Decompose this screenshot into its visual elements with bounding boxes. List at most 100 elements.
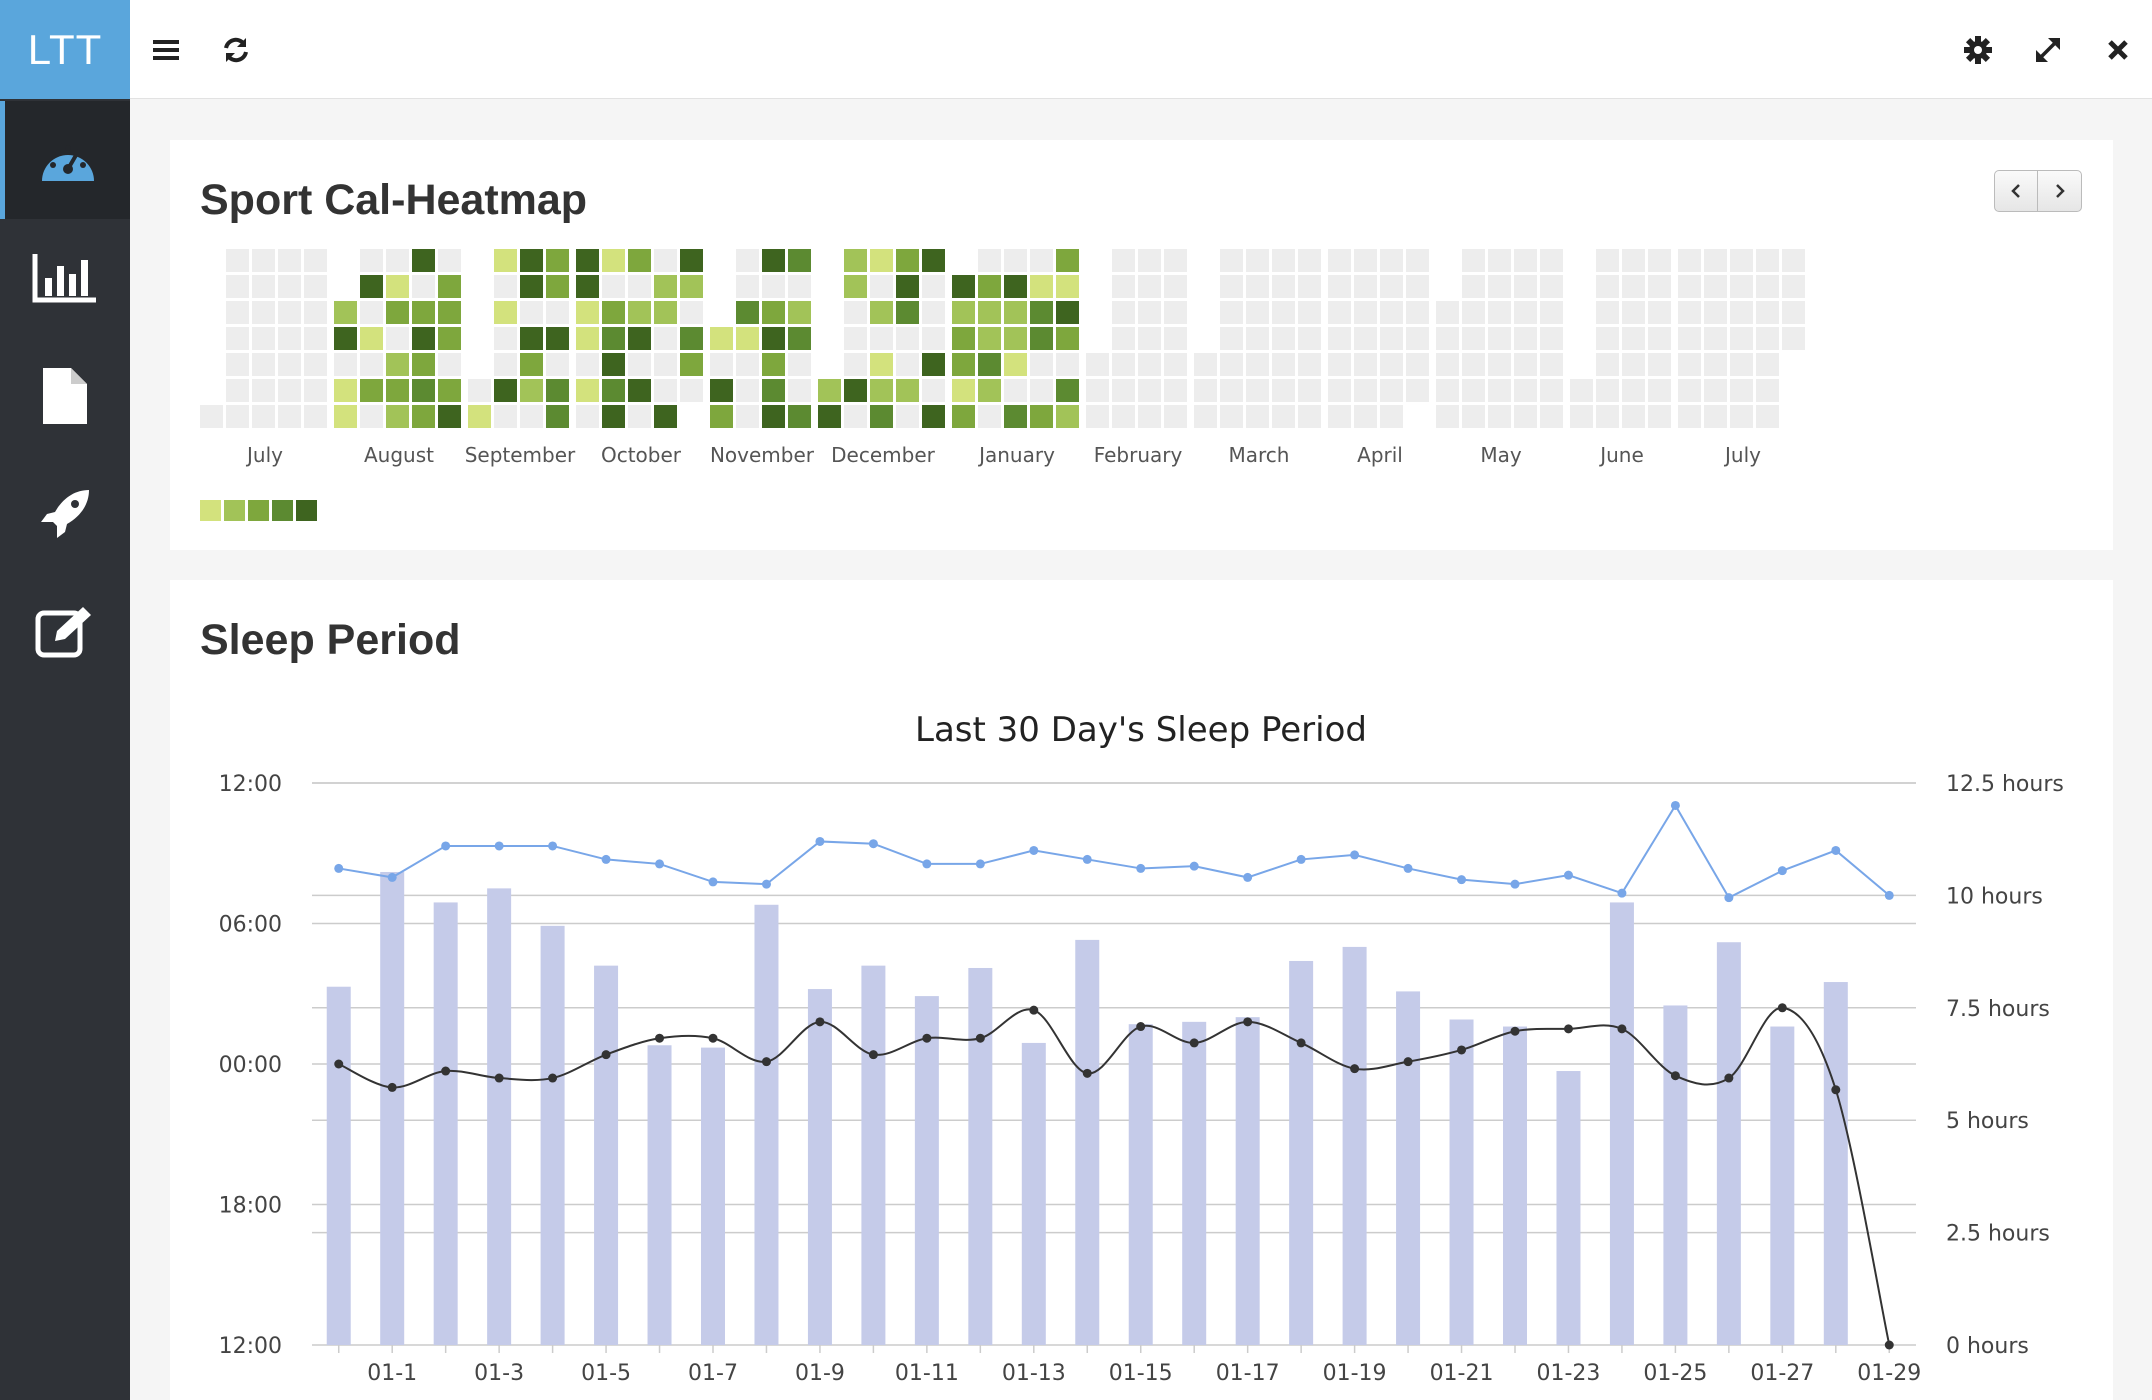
heatmap-day-cell	[576, 275, 599, 298]
heatmap-day-cell	[844, 379, 867, 402]
heatmap-day-cell	[1462, 379, 1485, 402]
sleep-line-point	[815, 1017, 825, 1027]
heatmap-day-cell	[1782, 275, 1805, 298]
heatmap-day-cell	[360, 327, 383, 350]
heatmap-day-cell	[1622, 405, 1645, 428]
heatmap-day-cell	[546, 249, 569, 272]
heatmap-day-cell	[1648, 405, 1671, 428]
heatmap-day-cell	[628, 405, 651, 428]
heatmap-day-cell	[1678, 249, 1701, 272]
sleep-line-point	[975, 1033, 985, 1043]
heatmap-day-cell	[334, 353, 357, 376]
heatmap-day-cell	[226, 405, 249, 428]
heatmap-day-cell	[1622, 353, 1645, 376]
heatmap-day-cell	[468, 379, 491, 402]
menu-toggle-button[interactable]	[144, 28, 188, 72]
heatmap-day-cell	[844, 353, 867, 376]
heatmap-day-cell	[438, 275, 461, 298]
heatmap-day-cell	[252, 327, 275, 350]
sleep-line-point	[1403, 863, 1413, 873]
heatmap-day-cell	[1164, 353, 1187, 376]
heatmap-day-cell	[1678, 301, 1701, 324]
heatmap-day-cell	[1030, 379, 1053, 402]
heatmap-day-cell	[1514, 327, 1537, 350]
heatmap-day-cell	[654, 327, 677, 350]
heatmap-day-cell	[1220, 353, 1243, 376]
sleep-line-point	[1777, 866, 1787, 876]
heatmap-day-cell	[1004, 327, 1027, 350]
heatmap-day-cell	[736, 301, 759, 324]
heatmap-day-cell	[1112, 301, 1135, 324]
heatmap-day-cell	[1004, 301, 1027, 324]
heatmap-day-cell	[870, 405, 893, 428]
heatmap-day-cell	[412, 353, 435, 376]
sleep-line-point	[1831, 845, 1841, 855]
heatmap-day-cell	[1488, 275, 1511, 298]
heatmap-day-cell	[304, 353, 327, 376]
heatmap-day-cell	[386, 327, 409, 350]
heatmap-day-cell	[1194, 353, 1217, 376]
heatmap-day-cell	[654, 405, 677, 428]
sleep-panel: Sleep Period Last 30 Day's Sleep Period …	[170, 580, 2113, 1400]
heatmap-day-cell	[1514, 379, 1537, 402]
sidebar-item-dashboard[interactable]	[0, 101, 130, 219]
heatmap-day-cell	[278, 353, 301, 376]
calendar-heatmap[interactable]: July August September October November Decemb…	[170, 140, 2113, 550]
sleep-line-point	[387, 872, 397, 882]
heatmap-day-cell	[1004, 405, 1027, 428]
heatmap-day-cell	[438, 327, 461, 350]
heatmap-day-cell	[1328, 379, 1351, 402]
sleep-bar	[433, 902, 458, 1345]
heatmap-day-cell	[978, 249, 1001, 272]
sleep-period-chart: Last 30 Day's Sleep Period 12:00 18:00 00:…	[219, 710, 2064, 1386]
sidebar-item-launch[interactable]	[0, 455, 130, 573]
heatmap-day-cell	[896, 379, 919, 402]
sleep-line-point	[1510, 1026, 1520, 1036]
heatmap-day-cell	[1678, 353, 1701, 376]
heatmap-day-cell	[952, 275, 975, 298]
heatmap-day-cell	[438, 301, 461, 324]
y-left-tick-label: 12:00	[219, 772, 282, 797]
heatmap-day-cell	[1756, 301, 1779, 324]
x-tick-label: 01-5	[581, 1361, 631, 1386]
heatmap-day-cell	[952, 353, 975, 376]
y-right-tick-label: 12.5 hours	[1946, 772, 2064, 797]
refresh-button[interactable]	[214, 28, 258, 72]
heatmap-day-cell	[1112, 327, 1135, 350]
heatmap-day-cell	[1756, 353, 1779, 376]
heatmap-day-cell	[252, 379, 275, 402]
heatmap-day-cell	[1164, 301, 1187, 324]
heatmap-legend-swatch	[272, 500, 293, 521]
heatmap-legend-swatch	[296, 500, 317, 521]
heatmap-day-cell	[438, 249, 461, 272]
heatmap-day-cell	[1004, 353, 1027, 376]
heatmap-day-cell	[1030, 327, 1053, 350]
heatmap-day-cell	[226, 301, 249, 324]
y-left-tick-label: 18:00	[219, 1194, 282, 1219]
sidebar-item-statistics[interactable]	[0, 219, 130, 337]
heatmap-day-cell	[1004, 379, 1027, 402]
heatmap-day-cell	[1030, 353, 1053, 376]
sidebar-item-edit[interactable]	[0, 573, 130, 691]
heatmap-day-cell	[1246, 405, 1269, 428]
settings-button[interactable]	[1956, 28, 2000, 72]
heatmap-day-cell	[1596, 249, 1619, 272]
heatmap-day-cell	[1112, 405, 1135, 428]
sleep-line-point	[1189, 861, 1199, 871]
heatmap-day-cell	[576, 249, 599, 272]
fullscreen-button[interactable]	[2026, 28, 2070, 72]
app-logo[interactable]: LTT	[0, 0, 130, 99]
sidebar-item-documents[interactable]	[0, 337, 130, 455]
sleep-line-point	[441, 841, 451, 851]
heatmap-day-cell	[226, 327, 249, 350]
heatmap-day-cell	[978, 353, 1001, 376]
heatmap-month-6	[952, 249, 1079, 428]
sleep-bar	[594, 965, 619, 1345]
heatmap-legend-swatch	[224, 500, 245, 521]
heatmap-day-cell	[576, 301, 599, 324]
close-button[interactable]	[2096, 28, 2140, 72]
heatmap-day-cell	[952, 379, 975, 402]
sleep-bar	[807, 989, 832, 1345]
heatmap-day-cell	[1328, 327, 1351, 350]
heatmap-day-cell	[1354, 379, 1377, 402]
